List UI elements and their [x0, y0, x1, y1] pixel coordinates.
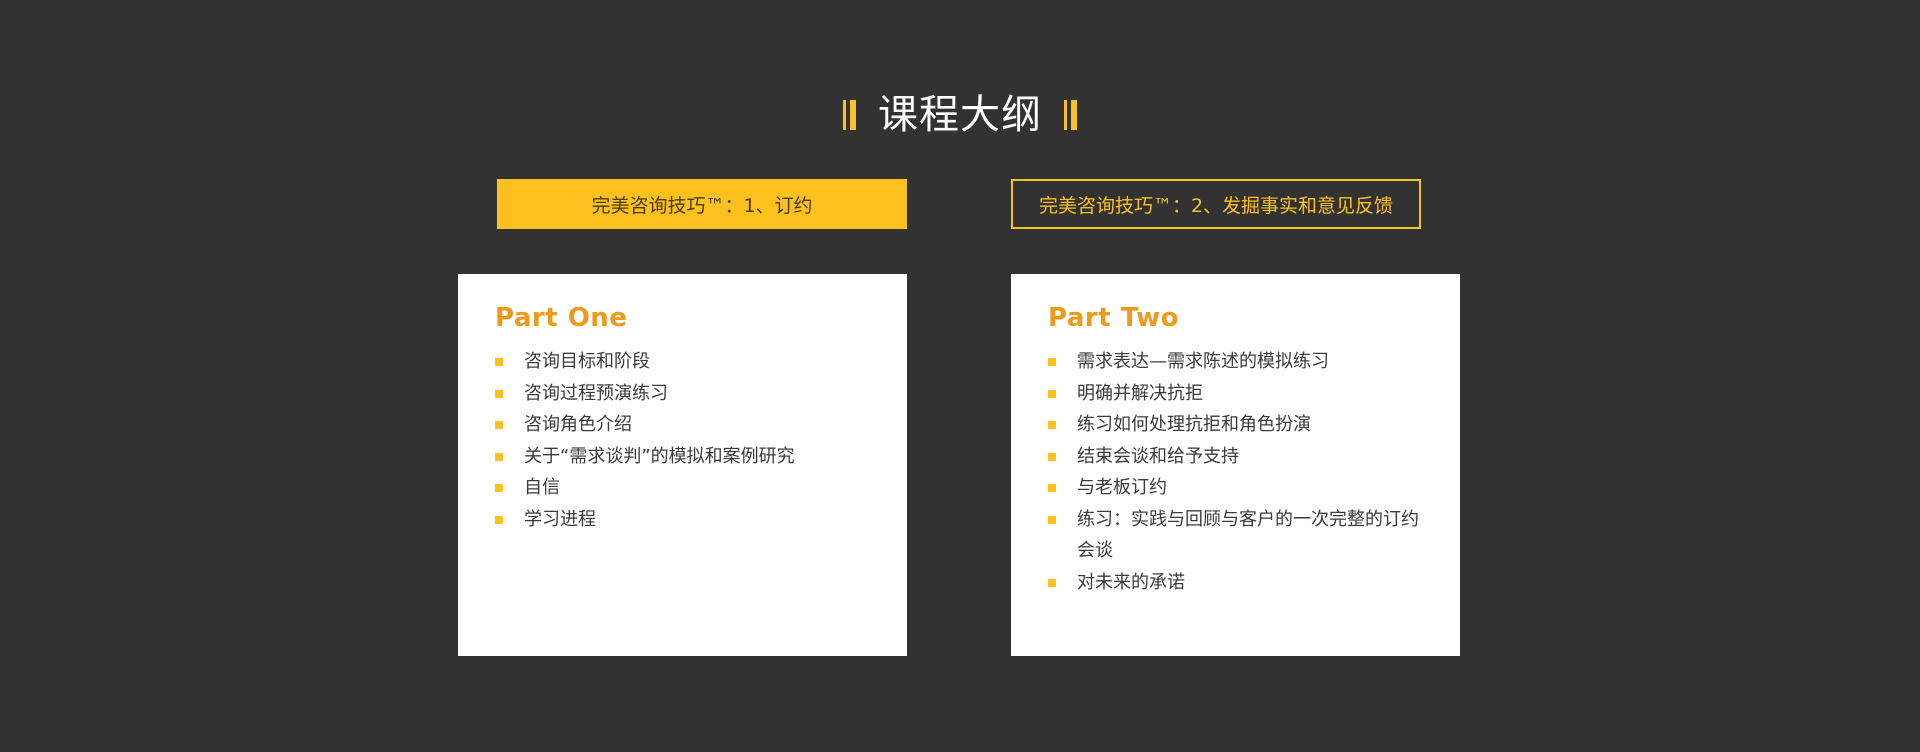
- list-item: 练习：实践与回顾与客户的一次完整的订约会谈: [1048, 504, 1430, 567]
- list-item: 对未来的承诺: [1048, 567, 1430, 599]
- tab-part-one[interactable]: 完美咨询技巧™：1、订约: [497, 179, 907, 229]
- part-two-title: Part Two: [1048, 303, 1179, 333]
- list-item: 关于“需求谈判”的模拟和案例研究: [495, 441, 877, 473]
- page-header: 课程大纲: [0, 88, 1920, 142]
- square-bullet-icon: [1048, 578, 1056, 587]
- square-bullet-icon: [1048, 421, 1056, 429]
- list-item: 需求表达—需求陈述的模拟练习: [1048, 346, 1430, 378]
- list-item-text: 与老板订约: [1077, 477, 1167, 498]
- tab-part-two[interactable]: 完美咨询技巧™：2、发掘事实和意见反馈: [1011, 179, 1421, 229]
- double-bar-icon: [1064, 100, 1077, 130]
- list-item: 明确并解决抗拒: [1048, 378, 1430, 410]
- list-item-text: 自信: [524, 477, 560, 498]
- square-bullet-icon: [495, 452, 503, 461]
- list-item: 咨询过程预演练习: [495, 378, 877, 410]
- part-two-card: Part Two 需求表达—需求陈述的模拟练习 明确并解决抗拒 练习如何处理抗拒…: [1011, 274, 1460, 656]
- list-item-text: 对未来的承诺: [1077, 571, 1185, 593]
- square-bullet-icon: [1048, 484, 1056, 492]
- square-bullet-icon: [1048, 515, 1056, 524]
- list-item-text: 需求表达—需求陈述的模拟练习: [1077, 351, 1329, 372]
- double-bar-icon: [843, 100, 856, 130]
- square-bullet-icon: [1048, 389, 1056, 398]
- part-two-list: 需求表达—需求陈述的模拟练习 明确并解决抗拒 练习如何处理抗拒和角色扮演 结束会…: [1048, 346, 1430, 598]
- square-bullet-icon: [495, 515, 503, 524]
- list-item-text: 咨询过程预演练习: [524, 382, 668, 404]
- square-bullet-icon: [495, 484, 503, 492]
- list-item: 结束会谈和给予支持: [1048, 441, 1430, 473]
- list-item: 咨询目标和阶段: [495, 346, 877, 378]
- part-one-list: 咨询目标和阶段 咨询过程预演练习 咨询角色介绍 关于“需求谈判”的模拟和案例研究…: [495, 346, 877, 535]
- list-item-text: 咨询角色介绍: [524, 414, 632, 435]
- list-item-text: 练习：实践与回顾与客户的一次完整的订约会谈: [1077, 508, 1419, 562]
- part-one-title: Part One: [495, 303, 628, 333]
- list-item-text: 练习如何处理抗拒和角色扮演: [1077, 414, 1311, 435]
- list-item: 咨询角色介绍: [495, 409, 877, 441]
- square-bullet-icon: [495, 421, 503, 429]
- square-bullet-icon: [1048, 452, 1056, 461]
- square-bullet-icon: [495, 389, 503, 398]
- list-item: 练习如何处理抗拒和角色扮演: [1048, 409, 1430, 441]
- square-bullet-icon: [495, 358, 503, 366]
- list-item-text: 咨询目标和阶段: [524, 351, 650, 372]
- list-item-text: 结束会谈和给予支持: [1077, 445, 1239, 467]
- list-item: 自信: [495, 472, 877, 504]
- list-item: 与老板订约: [1048, 472, 1430, 504]
- list-item-text: 学习进程: [524, 508, 596, 530]
- square-bullet-icon: [1048, 358, 1056, 366]
- list-item-text: 关于“需求谈判”的模拟和案例研究: [524, 445, 795, 467]
- list-item-text: 明确并解决抗拒: [1077, 382, 1203, 404]
- list-item: 学习进程: [495, 504, 877, 536]
- part-one-card: Part One 咨询目标和阶段 咨询过程预演练习 咨询角色介绍 关于“需求谈判…: [458, 274, 907, 656]
- page-title: 课程大纲: [878, 92, 1042, 138]
